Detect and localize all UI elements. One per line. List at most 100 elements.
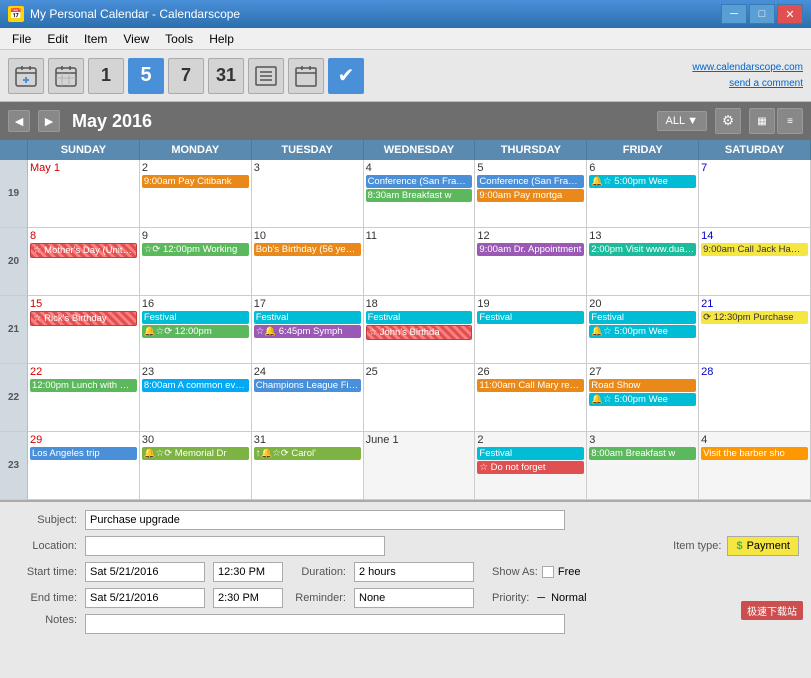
event-item[interactable]: 🔔☆ 5:00pm Wee (589, 393, 696, 406)
month-view-button[interactable] (288, 58, 324, 94)
day-cell-20-2[interactable]: 10Bob's Birthday (56 years) (252, 228, 364, 296)
day-cell-21-6[interactable]: 21⟳ 12:30pm Purchase (699, 296, 811, 364)
event-item[interactable]: ⟳ 12:30pm Purchase (701, 311, 808, 324)
day-cell-20-0[interactable]: 8☆ Mother's Day (United States) (28, 228, 140, 296)
day-cell-19-5[interactable]: 6🔔☆ 5:00pm Wee (587, 160, 699, 228)
event-item[interactable]: Bob's Birthday (56 years) (254, 243, 361, 256)
menu-tools[interactable]: Tools (157, 30, 201, 48)
event-item[interactable]: ☆⟳ 12:00pm Working (142, 243, 249, 256)
event-item[interactable]: Festival (589, 311, 696, 324)
item-type-value[interactable]: $ Payment (727, 536, 799, 556)
day-cell-19-1[interactable]: 29:00am Pay Citibank (140, 160, 252, 228)
day-cell-21-3[interactable]: 18Festival☆ John's Birthda (364, 296, 476, 364)
day31-button[interactable]: 31 (208, 58, 244, 94)
event-item[interactable]: 🔔☆ 5:00pm Wee (589, 325, 696, 338)
day-cell-21-2[interactable]: 17Festival☆🔔 6:45pm Symph (252, 296, 364, 364)
menu-file[interactable]: File (4, 30, 39, 48)
show-as-checkbox[interactable] (542, 566, 554, 578)
event-item[interactable]: ☆ John's Birthda (366, 325, 473, 340)
event-item[interactable]: Los Angeles trip (30, 447, 137, 460)
event-item[interactable]: ☆ Rick's Birthday (30, 311, 137, 326)
event-item[interactable]: ☆ Do not forget (477, 461, 584, 474)
day-cell-21-1[interactable]: 16Festival🔔☆⟳ 12:00pm (140, 296, 252, 364)
event-item[interactable]: Visit the barber sho (701, 447, 808, 460)
event-item[interactable]: 12:00pm Lunch with Carol (30, 379, 137, 392)
day-cell-22-0[interactable]: 2212:00pm Lunch with Carol (28, 364, 140, 432)
day-cell-23-1[interactable]: 30🔔☆⟳ Memorial Dr (140, 432, 252, 500)
day-cell-22-6[interactable]: 28 (699, 364, 811, 432)
all-filter-button[interactable]: ALL ▼ (657, 111, 707, 131)
new-calendar-button[interactable] (8, 58, 44, 94)
day-cell-23-6[interactable]: 4Visit the barber sho (699, 432, 811, 500)
day-cell-23-5[interactable]: 38:00am Breakfast w (587, 432, 699, 500)
day7-button[interactable]: 7 (168, 58, 204, 94)
event-item[interactable]: 9:00am Pay Citibank (142, 175, 249, 188)
location-input[interactable] (85, 536, 385, 556)
event-item[interactable]: Festival (477, 447, 584, 460)
event-item[interactable]: ☆ Mother's Day (United States) (30, 243, 137, 258)
event-item[interactable]: 8:30am Breakfast w (366, 189, 473, 202)
day-cell-23-4[interactable]: 2Festival☆ Do not forget (475, 432, 587, 500)
event-item[interactable]: Festival (477, 311, 584, 324)
day-cell-19-6[interactable]: 7 (699, 160, 811, 228)
day-cell-19-3[interactable]: 4Conference (San Francisco)8:30am Breakf… (364, 160, 476, 228)
title-bar-controls[interactable]: ─ □ ✕ (721, 4, 803, 24)
event-item[interactable]: Festival (366, 311, 473, 324)
day-cell-21-5[interactable]: 20Festival🔔☆ 5:00pm Wee (587, 296, 699, 364)
start-date-input[interactable] (85, 562, 205, 582)
event-item[interactable]: Festival (142, 311, 249, 324)
close-button[interactable]: ✕ (777, 4, 803, 24)
week-view-button[interactable] (48, 58, 84, 94)
event-item[interactable]: 9:00am Pay mortga (477, 189, 584, 202)
menu-view[interactable]: View (115, 30, 157, 48)
day5-button[interactable]: 5 (128, 58, 164, 94)
day-cell-23-2[interactable]: 31↑🔔☆⟳ Carol' (252, 432, 364, 500)
event-item[interactable]: 🔔☆⟳ 12:00pm (142, 325, 249, 338)
event-item[interactable]: 🔔☆ 5:00pm Wee (589, 175, 696, 188)
event-item[interactable]: 9:00am Dr. Appointment (477, 243, 584, 256)
send-comment-link[interactable]: send a comment (692, 76, 803, 92)
end-date-input[interactable] (85, 588, 205, 608)
event-item[interactable]: 8:00am Breakfast w (589, 447, 696, 460)
day-cell-23-0[interactable]: 29Los Angeles trip (28, 432, 140, 500)
website-link[interactable]: www.calendarscope.com (692, 60, 803, 76)
day-cell-22-1[interactable]: 238:00am A common event (140, 364, 252, 432)
event-item[interactable]: Road Show (589, 379, 696, 392)
todo-button[interactable]: ✔ (328, 58, 364, 94)
start-time-input[interactable] (213, 562, 283, 582)
day-cell-22-2[interactable]: 24Champions League Final (252, 364, 364, 432)
event-item[interactable]: 🔔☆⟳ Memorial Dr (142, 447, 249, 460)
day-cell-19-4[interactable]: 5Conference (San Francisco)9:00am Pay mo… (475, 160, 587, 228)
menu-item[interactable]: Item (76, 30, 115, 48)
day1-button[interactable]: 1 (88, 58, 124, 94)
day-cell-20-4[interactable]: 129:00am Dr. Appointment (475, 228, 587, 296)
event-item[interactable]: Festival (254, 311, 361, 324)
day-cell-22-4[interactable]: 2611:00am Call Mary regarding (475, 364, 587, 432)
event-item[interactable]: Champions League Final (254, 379, 361, 392)
subject-input[interactable] (85, 510, 565, 530)
event-item[interactable]: Conference (San Francisco) (477, 175, 584, 188)
end-time-input[interactable] (213, 588, 283, 608)
list-view-button[interactable] (248, 58, 284, 94)
list-view-alt-button[interactable]: ≡ (777, 108, 803, 134)
event-item[interactable]: 8:00am A common event (142, 379, 249, 392)
day-cell-20-1[interactable]: 9☆⟳ 12:00pm Working (140, 228, 252, 296)
day-cell-19-2[interactable]: 3 (252, 160, 364, 228)
event-item[interactable]: ☆🔔 6:45pm Symph (254, 325, 361, 338)
reminder-input[interactable] (354, 588, 474, 608)
maximize-button[interactable]: □ (749, 4, 775, 24)
day-cell-20-5[interactable]: 132:00pm Visit www.dualitysoft.c (587, 228, 699, 296)
menu-edit[interactable]: Edit (39, 30, 76, 48)
minimize-button[interactable]: ─ (721, 4, 747, 24)
day-cell-22-5[interactable]: 27Road Show🔔☆ 5:00pm Wee (587, 364, 699, 432)
grid-view-button[interactable]: ▦ (749, 108, 775, 134)
event-item[interactable]: Conference (San Francisco) (366, 175, 473, 188)
duration-input[interactable] (354, 562, 474, 582)
event-item[interactable]: ↑🔔☆⟳ Carol' (254, 447, 361, 460)
prev-month-button[interactable]: ◄ (8, 110, 30, 132)
day-cell-20-6[interactable]: 149:00am Call Jack Hawkins (699, 228, 811, 296)
settings-button[interactable]: ⚙ (715, 108, 741, 134)
next-month-button[interactable]: ► (38, 110, 60, 132)
day-cell-19-0[interactable]: May 1 (28, 160, 140, 228)
menu-help[interactable]: Help (201, 30, 242, 48)
